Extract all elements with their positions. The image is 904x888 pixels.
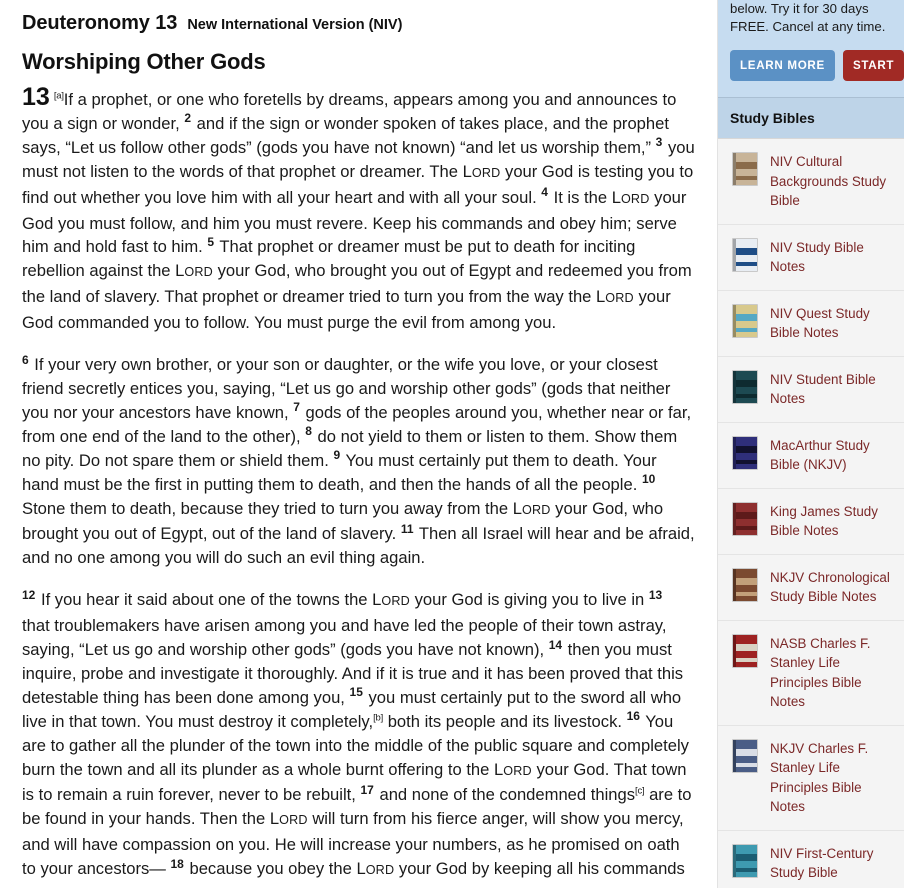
study-bible-link[interactable]: NIV Quest Study Bible Notes — [770, 304, 892, 343]
study-bible-list-item[interactable]: NASB Charles F. Stanley Life Principles … — [718, 620, 904, 726]
study-bible-link[interactable]: NIV Study Bible Notes — [770, 238, 892, 277]
verse-number[interactable]: 10 — [642, 472, 655, 486]
verse-number[interactable]: 9 — [333, 448, 340, 462]
verse-number[interactable]: 14 — [549, 638, 562, 652]
promo-box: below. Try it for 30 days FREE. Cancel a… — [718, 0, 904, 97]
book-cover-thumbnail-icon — [732, 237, 758, 272]
divine-name: LORD — [175, 261, 213, 281]
passage-text: 13 [a]If a prophet, or one who foretells … — [22, 85, 695, 888]
divine-name: LORD — [512, 498, 551, 518]
study-bible-list-item[interactable]: NIV Cultural Backgrounds Study Bible — [718, 139, 904, 225]
study-bible-list-item[interactable]: NKJV Charles F. Stanley Life Principles … — [718, 725, 904, 831]
study-bible-list-item[interactable]: NIV Quest Study Bible Notes — [718, 290, 904, 357]
verse-paragraph: 13 [a]If a prophet, or one who foretells … — [22, 85, 695, 335]
bible-reader-page: Deuteronomy 13 New International Version… — [0, 0, 904, 888]
divine-name: LORD — [462, 161, 501, 181]
chapter-number: 13 — [22, 83, 50, 111]
verse-number[interactable]: 16 — [627, 709, 640, 723]
verse-text: It is the — [548, 187, 612, 207]
section-heading: Worshiping Other Gods — [22, 49, 266, 74]
verse-number[interactable]: 7 — [293, 400, 300, 414]
book-cover-thumbnail-icon — [732, 738, 758, 773]
divine-name: LORD — [356, 859, 395, 879]
divine-name: LORD — [269, 809, 308, 829]
learn-more-button[interactable]: LEARN MORE — [730, 50, 835, 81]
divine-name: LORD — [611, 187, 650, 207]
verse-number[interactable]: 4 — [541, 185, 548, 199]
book-cover-thumbnail-icon — [732, 567, 758, 602]
verse-text: and none of the condemned things — [374, 785, 636, 805]
verse-number[interactable]: 12 — [22, 588, 35, 602]
verse-text: both its people and its livestock. — [383, 711, 627, 731]
book-cover-thumbnail-icon — [732, 369, 758, 404]
book-cover-thumbnail-icon — [732, 152, 758, 186]
passage-column: Deuteronomy 13 New International Version… — [0, 0, 718, 888]
book-cover-thumbnail-icon — [732, 633, 758, 668]
promo-text: below. Try it for 30 days FREE. Cancel a… — [730, 1, 886, 34]
study-bible-list-item[interactable]: NIV First-Century Study Bible — [718, 830, 904, 888]
verse-number[interactable]: 13 — [649, 588, 662, 602]
verse-text: Stone them to death, because they tried … — [22, 498, 513, 518]
divine-name: LORD — [596, 287, 634, 307]
divine-name: LORD — [372, 590, 410, 610]
verse-text: If you hear it said about one of the tow… — [36, 590, 373, 610]
verse-number[interactable]: 15 — [350, 685, 363, 699]
study-bible-link[interactable]: MacArthur Study Bible (NKJV) — [770, 436, 892, 475]
book-cover-thumbnail-icon — [732, 501, 758, 536]
verse-text: because you obey the — [184, 859, 357, 879]
book-cover-thumbnail-icon — [732, 843, 758, 878]
study-bible-list-item[interactable]: NKJV Chronological Study Bible Notes — [718, 554, 904, 621]
verse-text: your God is giving you to live in — [409, 590, 649, 610]
verse-number[interactable]: 11 — [401, 522, 414, 536]
study-bible-link[interactable]: NIV First-Century Study Bible — [770, 844, 892, 883]
study-bibles-list: NIV Cultural Backgrounds Study Bible NIV … — [718, 139, 904, 888]
verse-paragraph: 12 If you hear it said about one of the … — [22, 588, 695, 888]
study-bibles-header: Study Bibles — [718, 97, 904, 139]
divine-name: LORD — [494, 759, 532, 779]
study-bible-list-item[interactable]: NIV Student Bible Notes — [718, 356, 904, 423]
study-bible-list-item[interactable]: MacArthur Study Bible (NKJV) — [718, 422, 904, 489]
study-bible-list-item[interactable]: King James Study Bible Notes — [718, 488, 904, 555]
verse-number[interactable]: 6 — [22, 353, 29, 367]
verse-number[interactable]: 5 — [207, 235, 214, 249]
start-trial-button[interactable]: START — [842, 50, 904, 81]
book-cover-thumbnail-icon — [732, 303, 758, 338]
study-bible-link[interactable]: NIV Cultural Backgrounds Study Bible — [770, 152, 892, 211]
footnote-marker[interactable]: [b] — [373, 712, 383, 723]
passage-reference-line: Deuteronomy 13 New International Version… — [22, 12, 695, 35]
study-bible-link[interactable]: King James Study Bible Notes — [770, 502, 892, 541]
promo-buttons: LEARN MORE START — [730, 50, 904, 81]
study-bible-link[interactable]: NKJV Charles F. Stanley Life Principles … — [770, 739, 892, 817]
study-bible-list-item[interactable]: NIV Study Bible Notes — [718, 224, 904, 291]
verse-paragraph: 6 If your very own brother, or your son … — [22, 353, 695, 570]
book-chapter-title: Deuteronomy 13 — [22, 12, 178, 34]
footnote-marker[interactable]: [a] — [54, 90, 64, 101]
verse-number[interactable]: 3 — [656, 135, 663, 149]
verse-number[interactable]: 17 — [361, 783, 374, 797]
study-bible-link[interactable]: NASB Charles F. Stanley Life Principles … — [770, 634, 892, 712]
book-cover-thumbnail-icon — [732, 435, 758, 470]
verse-number[interactable]: 2 — [184, 111, 191, 125]
study-bible-link[interactable]: NIV Student Bible Notes — [770, 370, 892, 409]
verse-number[interactable]: 18 — [171, 857, 184, 871]
study-bible-link[interactable]: NKJV Chronological Study Bible Notes — [770, 568, 892, 607]
verse-number[interactable]: 8 — [305, 424, 312, 438]
sidebar: below. Try it for 30 days FREE. Cancel a… — [718, 0, 904, 888]
bible-version-label: New International Version (NIV) — [187, 17, 403, 33]
